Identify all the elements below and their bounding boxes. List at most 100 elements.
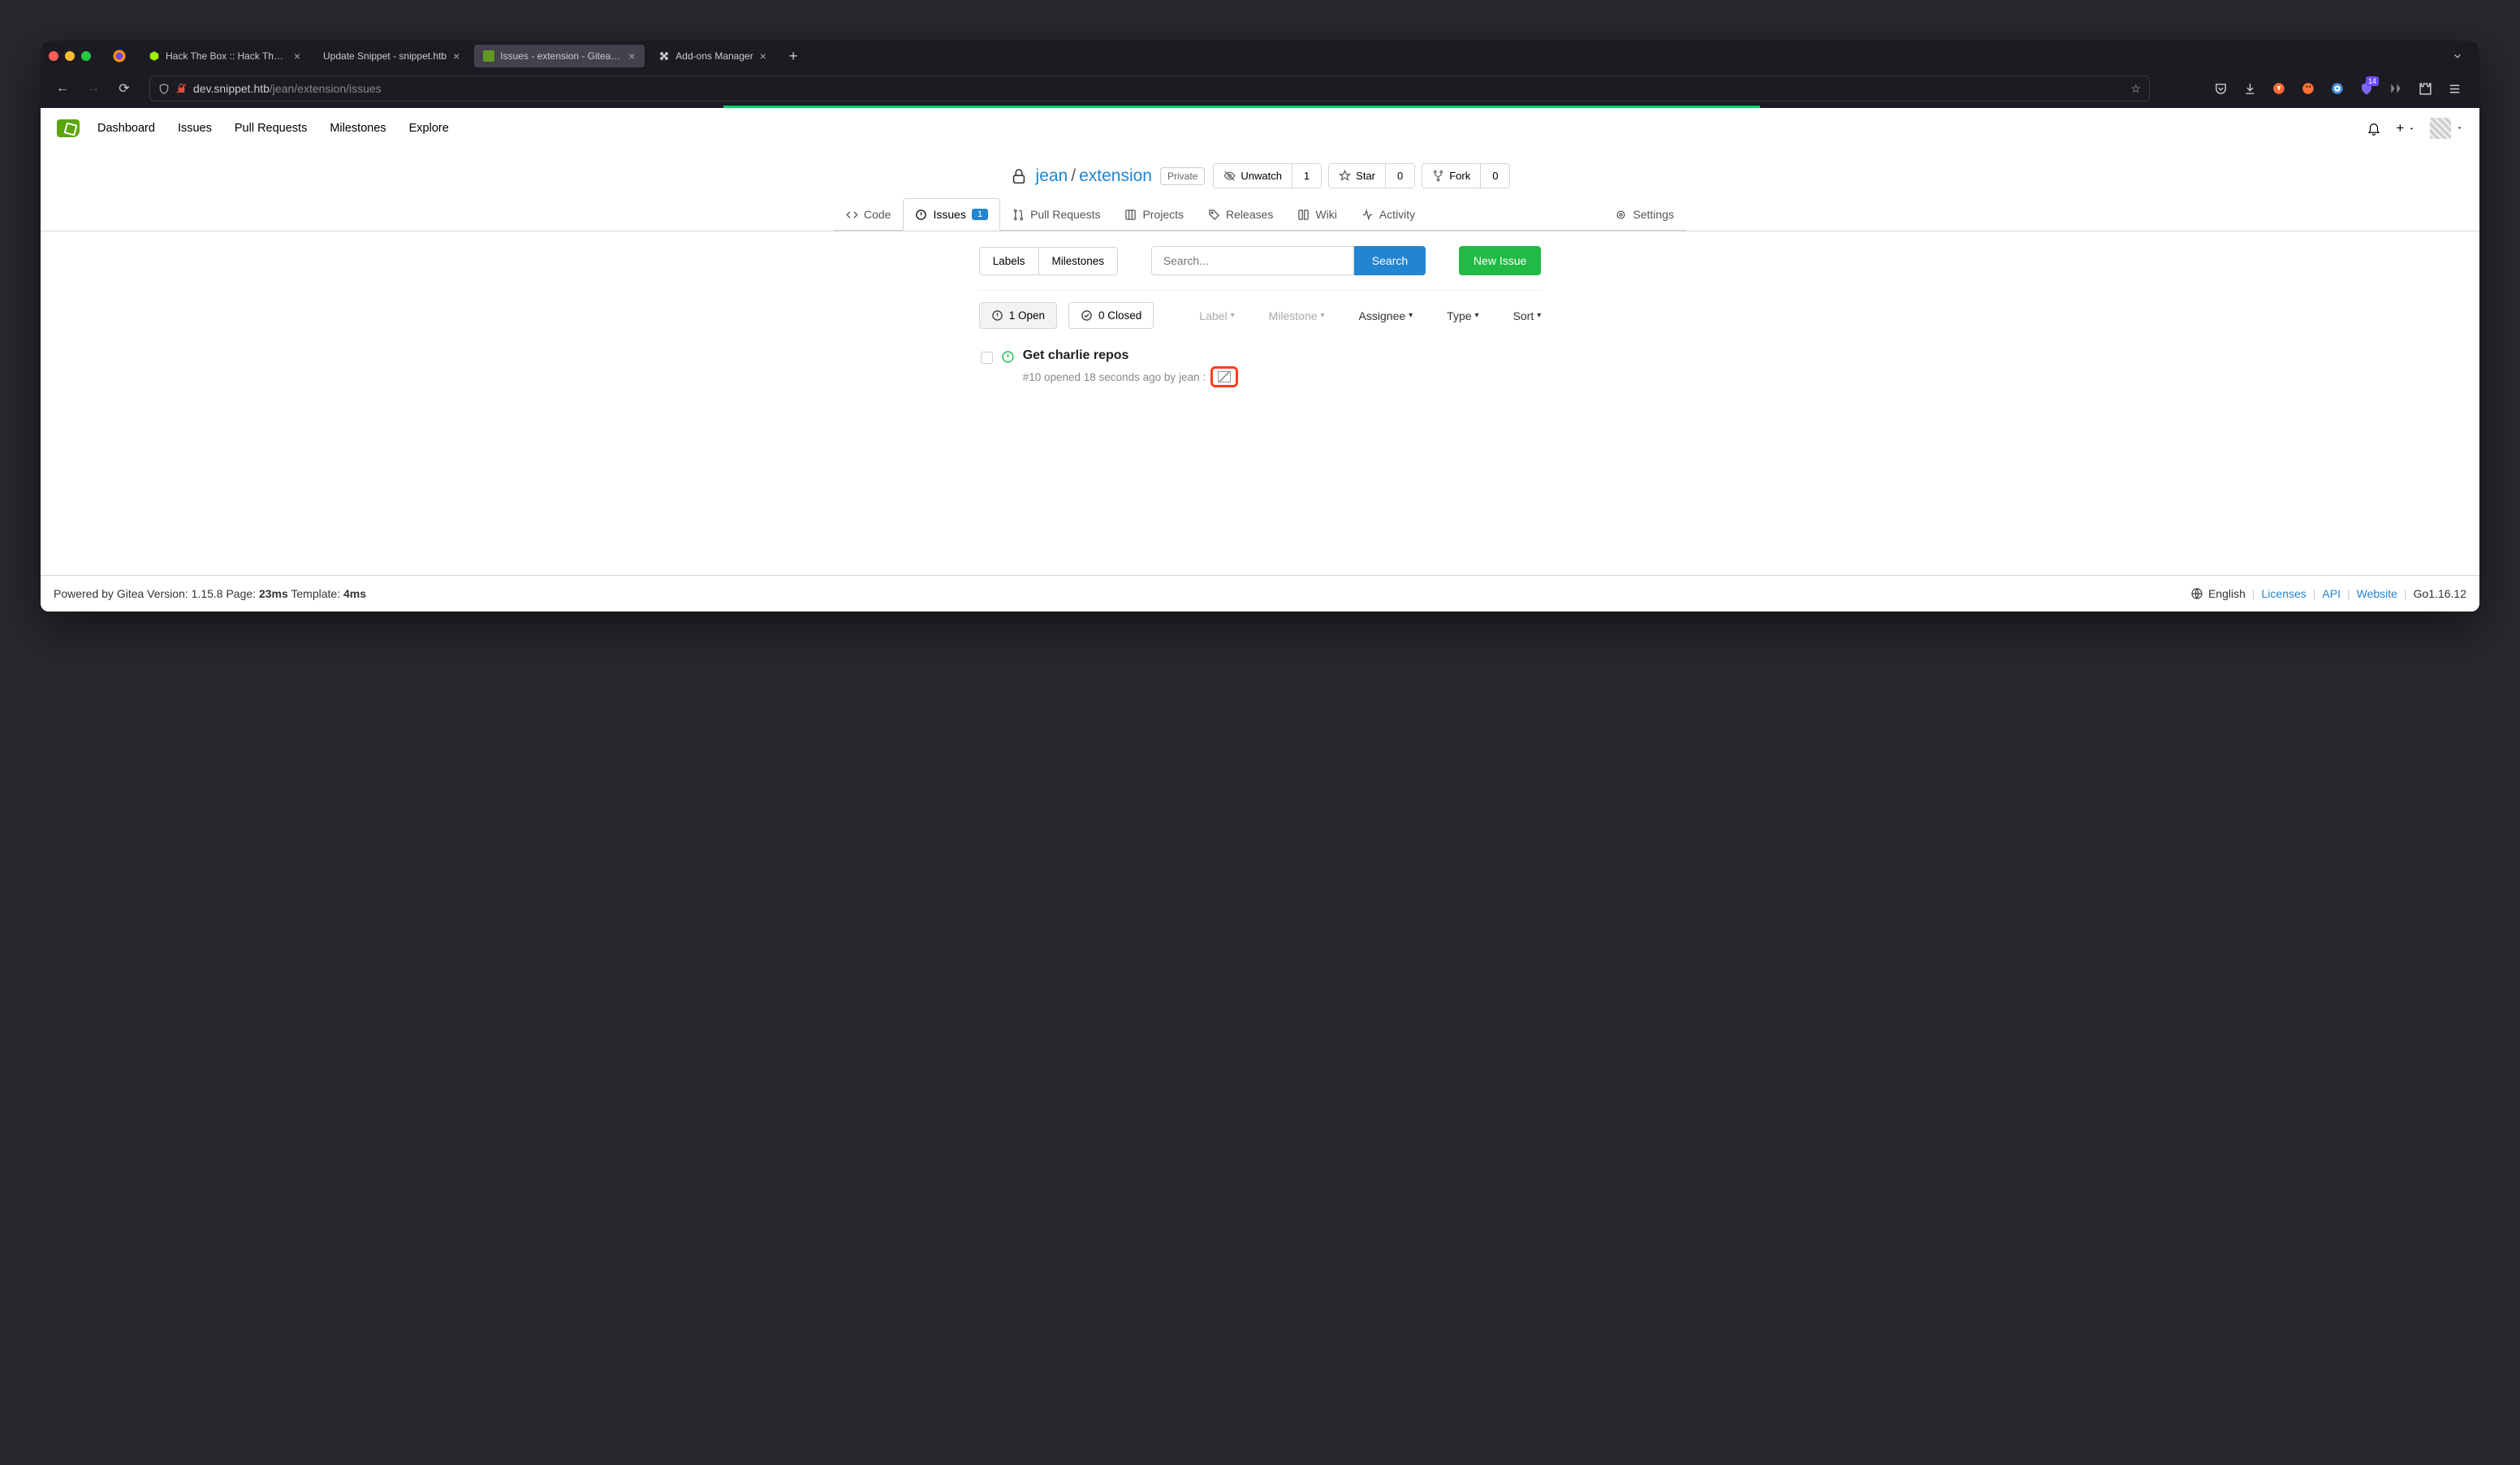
issue-checkbox[interactable] <box>981 352 993 364</box>
tab-label: Add-ons Manager <box>675 50 753 62</box>
avatar <box>2430 118 2451 139</box>
tab-wiki[interactable]: Wiki <box>1285 198 1348 231</box>
milestone-dropdown[interactable]: Milestone▾ <box>1269 309 1325 322</box>
fork-action[interactable]: Fork 0 <box>1422 163 1510 188</box>
nav-dashboard[interactable]: Dashboard <box>97 122 155 135</box>
tab-item[interactable]: Hack The Box :: Hack The Box × <box>140 45 310 67</box>
tab-issues[interactable]: Issues1 <box>903 198 1000 231</box>
open-filter[interactable]: 1 Open <box>979 302 1057 329</box>
tab-item[interactable]: Update Snippet - snippet.htb × <box>315 45 469 67</box>
user-menu[interactable] <box>2430 118 2463 139</box>
closed-filter[interactable]: 0 Closed <box>1068 302 1154 329</box>
app-menu-button[interactable] <box>2445 80 2463 97</box>
tab-settings[interactable]: Settings <box>1603 198 1686 231</box>
close-icon[interactable]: × <box>758 50 768 63</box>
issue-title[interactable]: Get charlie repos <box>1023 348 1540 363</box>
footer-go-version: Go1.16.12 <box>2414 587 2466 600</box>
close-icon[interactable]: × <box>451 50 461 63</box>
watch-action[interactable]: Unwatch 1 <box>1213 163 1322 188</box>
repo-header: jean/extension Private Unwatch 1 Star 0 … <box>1010 149 1511 198</box>
maximize-window-button[interactable] <box>81 51 91 61</box>
badge-count: 14 <box>2366 76 2379 86</box>
close-icon[interactable]: × <box>292 50 302 63</box>
pocket-icon[interactable] <box>2211 80 2229 97</box>
tab-projects[interactable]: Projects <box>1112 198 1196 231</box>
issue-meta: #10 opened 18 seconds ago by jean : <box>1023 366 1540 387</box>
issue-row[interactable]: Get charlie repos #10 opened 18 seconds … <box>979 344 1542 420</box>
window-controls <box>49 51 91 61</box>
forward-button[interactable]: → <box>81 76 106 101</box>
language-switcher[interactable]: English <box>2190 587 2246 600</box>
browser-window: Hack The Box :: Hack The Box × Update Sn… <box>41 41 2479 611</box>
broken-image-icon <box>1218 371 1231 382</box>
footer-website-link[interactable]: Website <box>2357 587 2397 600</box>
create-menu[interactable]: + <box>2396 120 2415 136</box>
labels-button[interactable]: Labels <box>980 248 1038 274</box>
tab-activity[interactable]: Activity <box>1349 198 1427 231</box>
lock-icon <box>1010 166 1028 186</box>
bookmark-star-icon[interactable]: ☆ <box>2130 82 2141 96</box>
footer-licenses-link[interactable]: Licenses <box>2262 587 2306 600</box>
footer-api-link[interactable]: API <box>2322 587 2341 600</box>
minimize-window-button[interactable] <box>65 51 75 61</box>
issues-body: Labels Milestones Search New Issue 1 Ope… <box>979 231 1542 420</box>
type-dropdown[interactable]: Type▾ <box>1447 309 1478 322</box>
cube-icon <box>148 50 161 63</box>
extension-icon-1[interactable] <box>2270 80 2288 97</box>
download-icon[interactable] <box>2241 80 2259 97</box>
repo-tabs: Code Issues1 Pull Requests Projects Rele… <box>834 198 1686 231</box>
extension-icon-2[interactable] <box>2299 80 2317 97</box>
extensions-button[interactable] <box>2416 80 2434 97</box>
tab-releases[interactable]: Releases <box>1196 198 1285 231</box>
close-icon[interactable]: × <box>627 50 636 63</box>
issues-count-badge: 1 <box>972 209 988 220</box>
reload-button[interactable]: ⟳ <box>112 76 136 101</box>
star-action[interactable]: Star 0 <box>1328 163 1415 188</box>
labels-milestones-toggle: Labels Milestones <box>979 247 1118 275</box>
shield-icon[interactable] <box>158 83 170 95</box>
assignee-dropdown[interactable]: Assignee▾ <box>1359 309 1413 322</box>
titlebar: Hack The Box :: Hack The Box × Update Sn… <box>41 41 2479 71</box>
visibility-badge: Private <box>1160 167 1205 185</box>
milestones-button[interactable]: Milestones <box>1038 248 1118 274</box>
tab-label: Issues - extension - Gitea: Git w <box>500 50 622 62</box>
nav-issues[interactable]: Issues <box>178 122 212 135</box>
nav-pull-requests[interactable]: Pull Requests <box>235 122 307 135</box>
issue-author-link[interactable]: jean <box>1179 371 1200 383</box>
gitea-icon <box>482 50 495 63</box>
url-bar[interactable]: dev.snippet.htb/jean/extension/issues ☆ <box>149 76 2150 102</box>
label-dropdown[interactable]: Label▾ <box>1199 309 1234 322</box>
new-issue-button[interactable]: New Issue <box>1459 246 1541 275</box>
tab-code[interactable]: Code <box>834 198 903 231</box>
warning-lock-icon[interactable] <box>176 83 187 94</box>
repo-name-link[interactable]: extension <box>1079 166 1152 185</box>
tab-item-active[interactable]: Issues - extension - Gitea: Git w × <box>474 45 645 67</box>
highlighted-annotation <box>1210 366 1238 387</box>
repo-owner-link[interactable]: jean <box>1036 166 1068 185</box>
new-tab-button[interactable]: + <box>781 48 806 65</box>
search-button[interactable]: Search <box>1354 246 1426 275</box>
tab-pull-requests[interactable]: Pull Requests <box>1000 198 1112 231</box>
tab-overflow-button[interactable] <box>2444 50 2471 62</box>
tab-label: Update Snippet - snippet.htb <box>323 50 447 62</box>
footer: Powered by Gitea Version: 1.15.8 Page: 2… <box>41 575 2479 611</box>
back-button[interactable]: ← <box>50 76 75 101</box>
extension-icon-4[interactable]: 14 <box>2358 80 2375 97</box>
extension-icon-5[interactable] <box>2387 80 2405 97</box>
extension-icon-3[interactable] <box>2328 80 2346 97</box>
top-nav: Dashboard Issues Pull Requests Milestone… <box>41 108 2479 149</box>
issue-open-icon <box>1001 350 1015 364</box>
sort-dropdown[interactable]: Sort▾ <box>1513 309 1542 322</box>
nav-explore[interactable]: Explore <box>409 122 449 135</box>
nav-toolbar: ← → ⟳ dev.snippet.htb/jean/extension/iss… <box>41 71 2479 106</box>
close-window-button[interactable] <box>49 51 58 61</box>
toolbar-extensions: 14 <box>2205 80 2470 97</box>
tab-item[interactable]: Add-ons Manager × <box>649 45 776 67</box>
page-content: Dashboard Issues Pull Requests Milestone… <box>41 108 2479 611</box>
gitea-logo[interactable] <box>57 119 80 137</box>
search-input[interactable] <box>1151 246 1354 275</box>
puzzle-icon <box>658 50 671 63</box>
firefox-icon <box>111 48 127 64</box>
notifications-icon[interactable] <box>2367 121 2381 136</box>
nav-milestones[interactable]: Milestones <box>330 122 386 135</box>
